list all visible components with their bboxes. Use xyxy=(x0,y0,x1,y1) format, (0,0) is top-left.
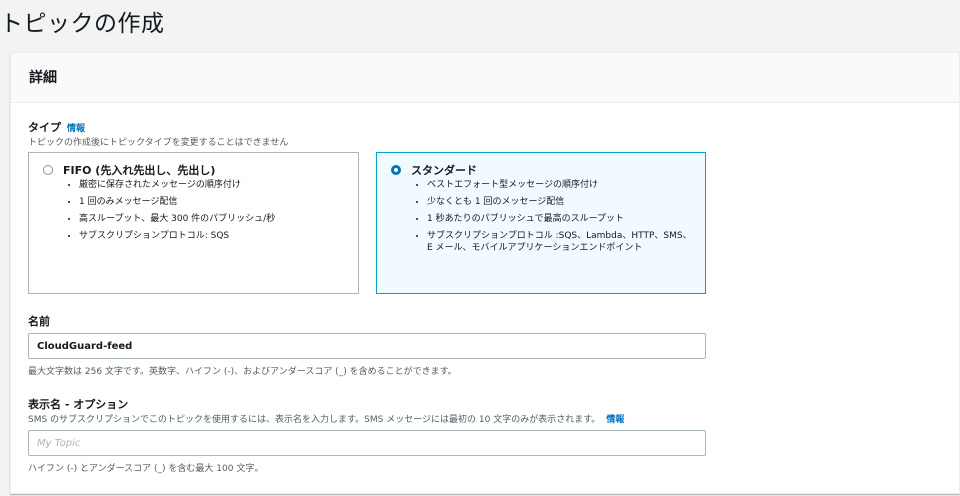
name-help: 最大文字数は 256 文字です。英数字、ハイフン (-)、およびアンダースコア … xyxy=(28,367,457,377)
panel-header: 詳細 xyxy=(11,53,959,103)
feature-item: 厳密に保存されたメッセージの順序付け xyxy=(79,177,275,194)
standard-title: スタンダード xyxy=(411,164,477,177)
display-name-label: 表示名 - オプション xyxy=(28,398,129,411)
type-label-text: タイプ xyxy=(28,121,61,134)
page-title: トピックの作成 xyxy=(0,11,165,37)
fifo-features: 厳密に保存されたメッセージの順序付け 1 回のみメッセージ配信 高スループット、… xyxy=(67,177,275,245)
name-label: 名前 xyxy=(28,315,50,328)
feature-item: 高スループット、最大 300 件のパブリッシュ/秒 xyxy=(79,211,275,228)
display-name-help: ハイフン (-) とアンダースコア (_) を含む最大 100 文字。 xyxy=(28,464,264,474)
standard-radio[interactable] xyxy=(391,165,401,175)
feature-item: サブスクリプションプロトコル: SQS xyxy=(79,228,275,245)
type-option-standard[interactable]: スタンダード ベストエフォート型メッセージの順序付け 少なくとも 1 回のメッセ… xyxy=(376,152,706,294)
details-panel: 詳細 タイプ 情報 トピックの作成後にトピックタイプを変更することはできません F… xyxy=(10,52,960,494)
feature-item: 1 秒あたりのパブリッシュで最高のスループット xyxy=(427,211,695,228)
feature-item: サブスクリプションプロトコル :SQS、Lambda、HTTP、SMS、E メー… xyxy=(427,228,695,254)
name-input[interactable] xyxy=(28,333,706,359)
panel-title: 詳細 xyxy=(29,70,57,86)
feature-item: 1 回のみメッセージ配信 xyxy=(79,194,275,211)
display-name-info-link[interactable]: 情報 xyxy=(606,415,624,425)
type-option-fifo[interactable]: FIFO (先入れ先出し、先出し) 厳密に保存されたメッセージの順序付け 1 回… xyxy=(28,152,359,294)
fifo-title: FIFO (先入れ先出し、先出し) xyxy=(63,164,216,177)
display-name-input[interactable] xyxy=(28,430,706,456)
display-name-description: SMS のサブスクリプションでこのトピックを使用するには、表示名を入力します。S… xyxy=(28,412,624,425)
feature-item: 少なくとも 1 回のメッセージ配信 xyxy=(427,194,695,211)
standard-features: ベストエフォート型メッセージの順序付け 少なくとも 1 回のメッセージ配信 1 … xyxy=(415,177,695,254)
fifo-radio[interactable] xyxy=(43,165,53,175)
display-name-description-text: SMS のサブスクリプションでこのトピックを使用するには、表示名を入力します。S… xyxy=(28,415,601,425)
type-description: トピックの作成後にトピックタイプを変更することはできません xyxy=(28,138,289,148)
type-info-link[interactable]: 情報 xyxy=(67,124,85,134)
feature-item: ベストエフォート型メッセージの順序付け xyxy=(427,177,695,194)
type-label: タイプ 情報 xyxy=(28,119,85,135)
